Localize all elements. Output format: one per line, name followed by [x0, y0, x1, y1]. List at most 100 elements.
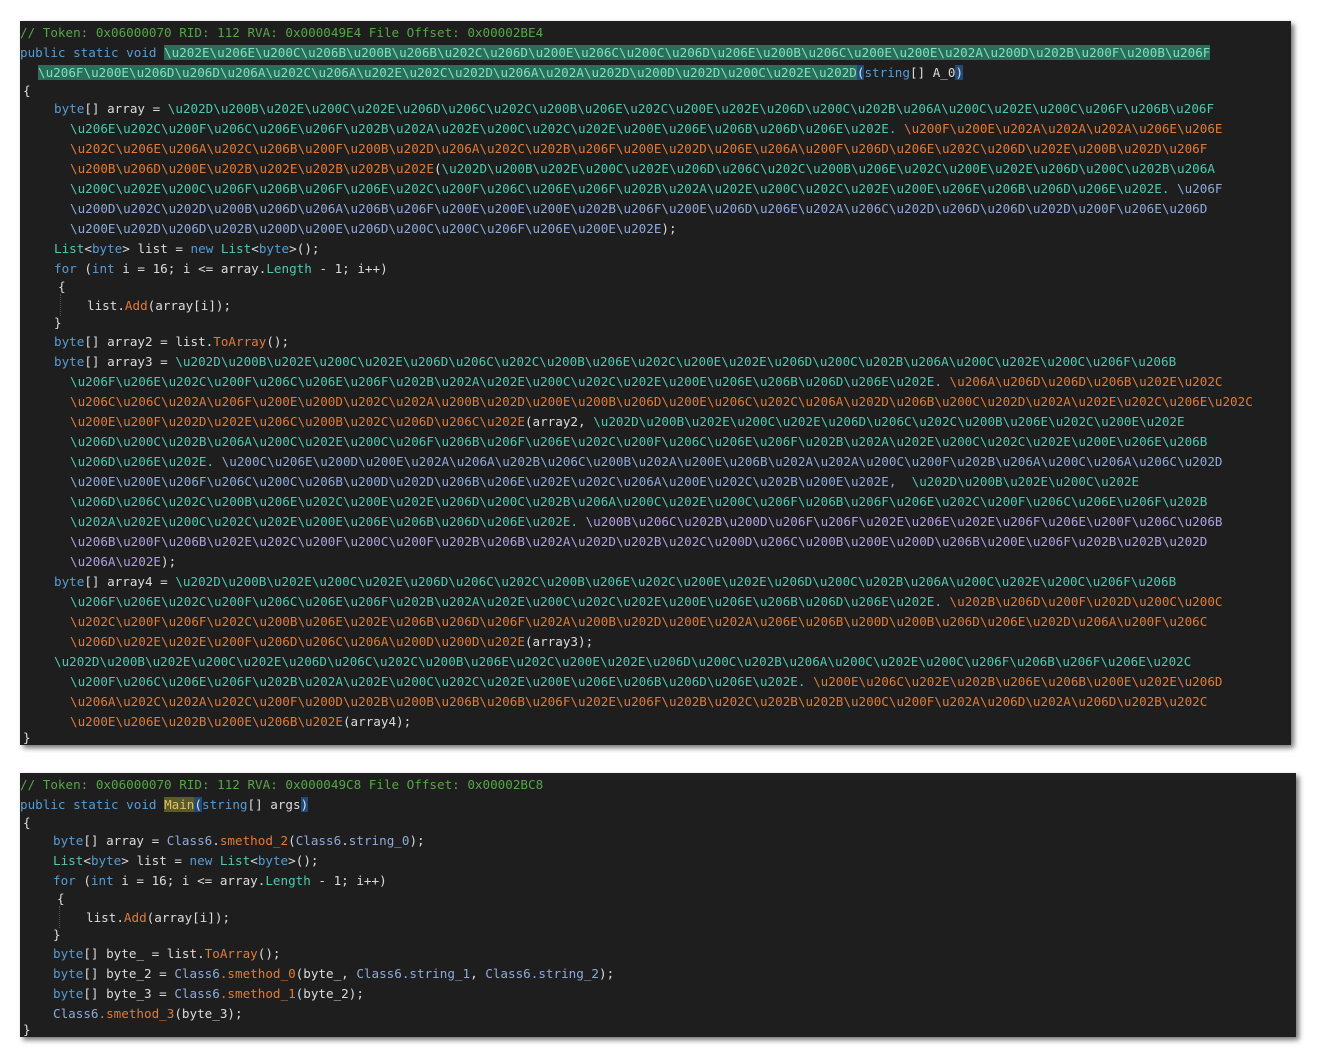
code-line-cont: \u200E\u202D\u206D\u202B\u200D\u200E\u20…: [20, 220, 1291, 238]
obf-field-ref[interactable]: \u206B\u200F\u206B\u202E\u202C\u200F\u20…: [70, 534, 1207, 549]
method-name-main[interactable]: Main: [164, 797, 195, 812]
code-line-array4: byte[] array4 = \u202D\u200B\u202E\u200C…: [20, 573, 1291, 591]
obf-method-ref[interactable]: \u200E\u206C\u202E\u202B\u206E\u206B\u20…: [813, 674, 1222, 689]
code-line-cont: \u206B\u200F\u206B\u202E\u202C\u200F\u20…: [20, 533, 1291, 551]
type-keyword: byte: [53, 966, 84, 981]
dot: .: [341, 833, 349, 848]
class-ref[interactable]: Class6: [174, 966, 220, 981]
class-ref[interactable]: Class6: [167, 833, 213, 848]
angle: <: [84, 241, 92, 256]
obf-method-ref[interactable]: \u200E\u206E\u202B\u200E\u206B\u202E: [70, 714, 343, 729]
type-keyword: int: [91, 261, 115, 276]
code-line-cont: \u206D\u202E\u202E\u200F\u206D\u206C\u20…: [20, 633, 1291, 651]
toarray-method[interactable]: ToArray: [213, 334, 266, 349]
obf-field-ref[interactable]: \u200E\u200E\u206F\u206C\u200C\u206B\u20…: [70, 474, 896, 489]
code-line-brace: }: [20, 926, 1296, 944]
open-brace: {: [23, 83, 31, 98]
obf-method-ref[interactable]: \u200F\u200E\u202A\u202A\u202A\u206E\u20…: [904, 121, 1222, 136]
decl-text: [] byte_ = list.: [83, 946, 205, 961]
class-ref[interactable]: Class6: [485, 966, 531, 981]
type-list[interactable]: List: [54, 241, 84, 256]
obf-field-ref[interactable]: \u200B\u206C\u202B\u200D\u206F\u206F\u20…: [586, 514, 1223, 529]
decl-text: [] byte_3 =: [83, 986, 175, 1001]
obf-class-ref[interactable]: \u200C\u202E\u200C\u206F\u206B\u206F\u20…: [70, 181, 1169, 196]
close-brace: }: [23, 730, 31, 745]
obf-method-ref[interactable]: \u206D\u202E\u202E\u200F\u206D\u206C\u20…: [70, 634, 525, 649]
field-ref[interactable]: string_0: [349, 833, 410, 848]
type-keyword: byte: [257, 853, 289, 868]
method-ref[interactable]: .smethod_1: [220, 986, 296, 1001]
obf-class-ref[interactable]: \u206F\u206E\u202C\u200F\u206C\u206E\u20…: [70, 374, 942, 389]
code-line-cont: \u206D\u200C\u202B\u206A\u200C\u202E\u20…: [20, 433, 1291, 451]
type-keyword: byte: [54, 354, 85, 369]
obf-field-ref[interactable]: \u200E\u202D\u206D\u202B\u200D\u200E\u20…: [70, 221, 661, 236]
obf-field-ref[interactable]: \u200C\u206E\u200D\u200E\u202A\u206A\u20…: [222, 454, 1223, 469]
code-line-cont: \u200F\u206C\u206E\u206F\u202B\u202A\u20…: [20, 673, 1291, 691]
length-property[interactable]: Length: [265, 873, 311, 888]
obf-class-ref[interactable]: \u206D\u206E\u202E.: [70, 454, 214, 469]
obf-method-ref[interactable]: \u206A\u202C\u202A\u202C\u200F\u200D\u20…: [70, 694, 1207, 709]
field-ref[interactable]: .string_2: [531, 966, 599, 981]
code-line-brace: {: [20, 890, 1296, 908]
code-line-cont: \u200C\u202E\u200C\u206F\u206B\u206F\u20…: [20, 180, 1291, 198]
code-line-call: \u202D\u200B\u202E\u200C\u202E\u206D\u20…: [20, 653, 1291, 671]
obf-class-ref[interactable]: \u202D\u200B\u202E\u200C\u202E\u206D\u20…: [175, 574, 1176, 589]
obf-method-ref[interactable]: \u200B\u206D\u200E\u202B\u202E\u202B\u20…: [70, 161, 434, 176]
method-ref[interactable]: .smethod_0: [220, 966, 296, 981]
method-name-highlight[interactable]: \u202E\u206E\u200C\u206B\u200B\u206B\u20…: [164, 45, 1211, 60]
param-type: string: [202, 797, 248, 812]
open-brace: {: [58, 279, 66, 294]
decl-text: [] array4 =: [84, 574, 176, 589]
code-line-cont: \u206A\u202E);: [20, 553, 1291, 571]
obf-method-ref[interactable]: \u202C\u200F\u206F\u202C\u200B\u206E\u20…: [70, 614, 1207, 629]
for-keyword: for: [54, 261, 77, 276]
obf-method-ref[interactable]: \u206A\u206D\u206D\u206B\u202E\u202C: [950, 374, 1223, 389]
type-list[interactable]: List: [220, 853, 250, 868]
obf-class-ref[interactable]: \u206F\u206E\u202C\u200F\u206C\u206E\u20…: [70, 594, 942, 609]
code-line-open-brace: {: [20, 82, 1291, 100]
obf-class-ref[interactable]: \u202D\u200B\u202E\u200C\u202E\u206D\u20…: [54, 654, 1191, 669]
type-keyword: byte: [54, 574, 85, 589]
field-ref[interactable]: .string_1: [402, 966, 470, 981]
obf-class-ref[interactable]: \u202D\u200B\u202E\u200C\u202E\u206D\u20…: [593, 414, 1184, 429]
obf-class-ref[interactable]: \u202D\u200B\u202E\u200C\u202E\u206D\u20…: [175, 354, 1176, 369]
obf-class-ref[interactable]: \u202D\u200B\u202E\u200C\u202E: [912, 474, 1139, 489]
obf-method-ref[interactable]: \u202B\u206D\u200F\u202D\u200C\u200C: [950, 594, 1223, 609]
code-line-list-decl: List<byte> list = new List<byte>();: [54, 241, 320, 256]
method-name-highlight-cont[interactable]: \u206F\u200E\u206D\u206D\u206A\u202C\u20…: [38, 65, 857, 80]
type-list[interactable]: List: [53, 853, 83, 868]
add-method[interactable]: Add: [124, 910, 147, 925]
obf-field-ref[interactable]: \u200D\u202C\u202D\u200B\u206D\u206A\u20…: [70, 201, 1207, 216]
type-list[interactable]: List: [221, 241, 251, 256]
method-ref[interactable]: .smethod_3: [99, 1006, 175, 1021]
code-line-cont: \u206D\u206E\u202E. \u200C\u206E\u200D\u…: [20, 453, 1291, 471]
code-line-cont: \u202C\u206E\u206A\u202C\u206B\u200F\u20…: [20, 140, 1291, 158]
code-line-open-brace: {: [20, 814, 1296, 832]
obf-field-ref[interactable]: \u206A\u202E: [70, 554, 161, 569]
obf-method-ref[interactable]: \u206C\u206C\u202A\u206F\u200E\u200D\u20…: [70, 394, 1253, 409]
obf-class-ref[interactable]: \u202D\u200B\u202E\u200C\u202E\u206D\u20…: [442, 161, 1215, 176]
code-line-comment: // Token: 0x06000070 RID: 112 RVA: 0x000…: [20, 776, 1296, 794]
class-ref[interactable]: Class6: [356, 966, 402, 981]
obf-class-ref[interactable]: \u206E\u202C\u200F\u206C\u206E\u206F\u20…: [70, 121, 896, 136]
code-line-brace: }: [20, 314, 1291, 332]
method-ref[interactable]: smethod_2: [220, 833, 288, 848]
obf-class-ref[interactable]: \u202D\u200B\u202E\u200C\u202E\u206D\u20…: [168, 101, 1214, 116]
obf-class-ref[interactable]: \u206D\u206C\u202C\u200B\u206E\u202C\u20…: [70, 494, 1207, 509]
obf-class-ref[interactable]: \u200F\u206C\u206E\u206F\u202B\u202A\u20…: [70, 674, 805, 689]
token-comment: // Token: 0x06000070 RID: 112 RVA: 0x000…: [20, 25, 544, 40]
class-ref[interactable]: Class6: [296, 833, 342, 848]
class-ref[interactable]: Class6: [53, 1006, 99, 1021]
length-property[interactable]: Length: [266, 261, 312, 276]
obf-class-ref[interactable]: \u206D\u200C\u202B\u206A\u200C\u202E\u20…: [70, 434, 1207, 449]
obf-field-ref[interactable]: \u206F: [1177, 181, 1223, 196]
toarray-method[interactable]: ToArray: [205, 946, 258, 961]
statement-end: (array[i]);: [147, 298, 232, 313]
add-method[interactable]: Add: [125, 298, 148, 313]
obf-method-ref[interactable]: \u200E\u200F\u202D\u202E\u206C\u200B\u20…: [70, 414, 525, 429]
obf-class-ref[interactable]: \u202A\u202E\u200C\u202C\u202E\u200E\u20…: [70, 514, 578, 529]
new-keyword: new: [189, 853, 220, 868]
obf-method-ref[interactable]: \u202C\u206E\u206A\u202C\u206B\u200F\u20…: [70, 141, 1207, 156]
class-ref[interactable]: Class6: [174, 986, 220, 1001]
signature-keywords: public static void: [20, 797, 165, 812]
